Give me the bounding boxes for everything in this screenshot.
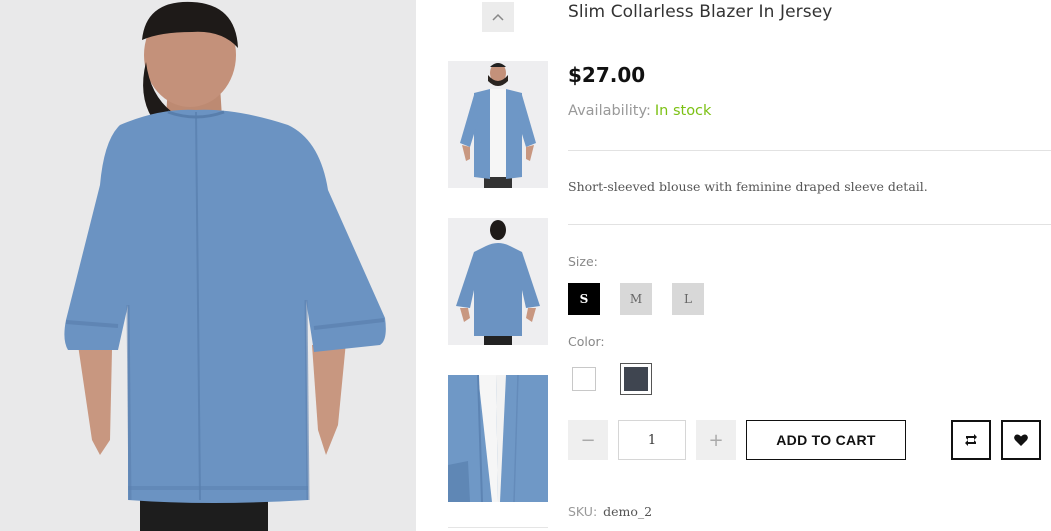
- compare-button[interactable]: [951, 420, 991, 460]
- divider: [568, 224, 1051, 225]
- color-label: Color:: [568, 334, 605, 349]
- stock-status: In stock: [654, 103, 712, 119]
- thumbnail-detail[interactable]: [448, 375, 548, 502]
- quantity-input[interactable]: [618, 420, 686, 460]
- size-option-m[interactable]: M: [620, 283, 652, 315]
- swatch-fill: [624, 367, 648, 391]
- heart-icon: [1014, 434, 1028, 446]
- product-title: Slim Collarless Blazer In Jersey: [568, 2, 833, 22]
- add-to-cart-button[interactable]: ADD TO CART: [746, 420, 906, 460]
- thumbnail-scroll-up-button[interactable]: [482, 2, 514, 32]
- quantity-decrease-button[interactable]: −: [568, 420, 608, 460]
- size-label: Size:: [568, 254, 598, 269]
- availability-label: Availability:: [568, 103, 651, 119]
- swatch-fill: [572, 367, 596, 391]
- wishlist-button[interactable]: [1001, 420, 1041, 460]
- color-swatch-white[interactable]: [568, 363, 600, 395]
- thumbnail-partial[interactable]: [448, 527, 548, 531]
- chevron-up-icon: [492, 13, 504, 21]
- product-price: $27.00: [568, 63, 646, 87]
- quantity-increase-button[interactable]: +: [696, 420, 736, 460]
- divider: [568, 150, 1051, 151]
- sku: SKU: demo_2: [568, 504, 652, 519]
- product-description: Short-sleeved blouse with feminine drape…: [568, 179, 928, 194]
- sku-label: SKU:: [568, 504, 598, 519]
- size-option-l[interactable]: L: [672, 283, 704, 315]
- size-option-s[interactable]: S: [568, 283, 600, 315]
- thumbnail-back[interactable]: [448, 218, 548, 345]
- sku-value: demo_2: [603, 504, 653, 519]
- availability: Availability: In stock: [568, 103, 711, 119]
- thumbnail-front[interactable]: [448, 61, 548, 188]
- compare-icon: [965, 434, 977, 446]
- color-swatch-dark-gray[interactable]: [620, 363, 652, 395]
- main-product-image[interactable]: [0, 0, 416, 531]
